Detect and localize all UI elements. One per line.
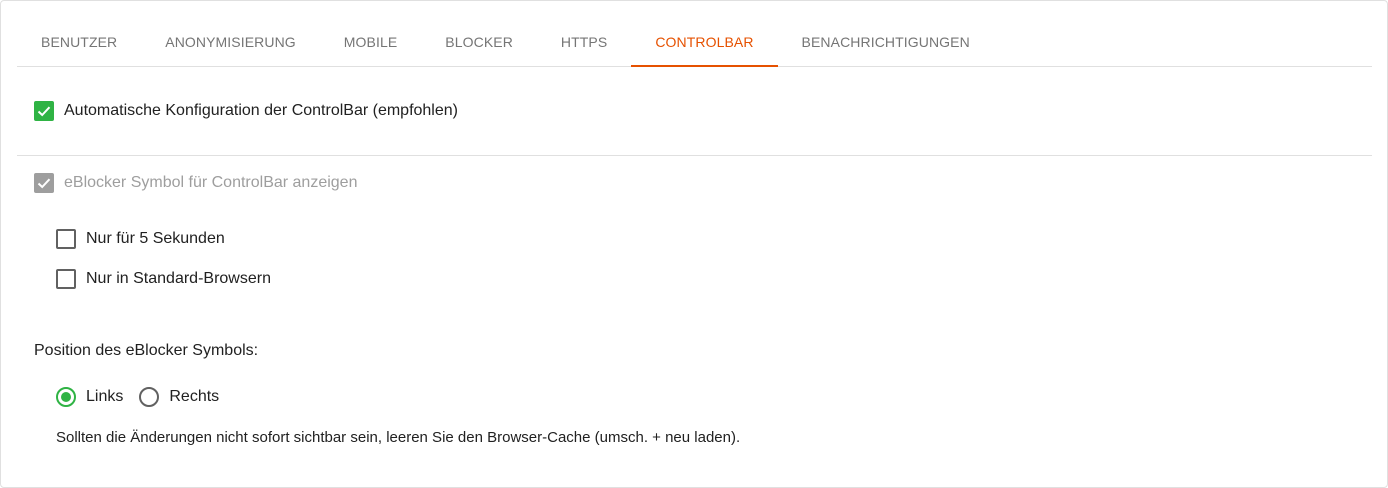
tab-https[interactable]: HTTPS (537, 17, 631, 66)
auto-config-option[interactable]: Automatische Konfiguration der ControlBa… (34, 101, 458, 121)
section-divider (17, 155, 1372, 156)
only-5-seconds-checkbox[interactable] (56, 229, 76, 249)
show-icon-label: eBlocker Symbol für ControlBar anzeigen (64, 174, 358, 191)
position-left-radio[interactable]: Links (56, 387, 123, 407)
show-icon-checkbox (34, 173, 54, 193)
cache-hint: Sollten die Änderungen nicht sofort sich… (56, 429, 741, 446)
radio-unselected-icon[interactable] (139, 387, 160, 407)
tab-blocker[interactable]: BLOCKER (421, 17, 537, 66)
position-right-radio[interactable]: Rechts (139, 387, 219, 407)
only-standard-browsers-label: Nur in Standard-Browsern (86, 270, 271, 287)
position-radio-group: Links Rechts (56, 387, 235, 407)
tab-benachrichtigungen[interactable]: BENACHRICHTIGUNGEN (778, 17, 994, 66)
radio-selected-icon[interactable] (56, 387, 76, 407)
tab-anonymisierung[interactable]: ANONYMISIERUNG (141, 17, 320, 66)
only-standard-browsers-option[interactable]: Nur in Standard-Browsern (56, 269, 271, 289)
tab-mobile[interactable]: MOBILE (320, 17, 422, 66)
only-5-seconds-option[interactable]: Nur für 5 Sekunden (56, 229, 225, 249)
tab-controlbar[interactable]: CONTROLBAR (631, 17, 778, 67)
tab-benutzer[interactable]: BENUTZER (17, 17, 141, 66)
auto-config-label: Automatische Konfiguration der ControlBa… (64, 102, 458, 119)
only-standard-browsers-checkbox[interactable] (56, 269, 76, 289)
auto-config-checkbox[interactable] (34, 101, 54, 121)
settings-card: BENUTZER ANONYMISIERUNG MOBILE BLOCKER H… (0, 0, 1388, 488)
checkmark-icon (37, 178, 51, 189)
position-label: Position des eBlocker Symbols: (34, 342, 259, 359)
checkmark-icon (37, 106, 51, 117)
position-left-label: Links (86, 388, 124, 405)
tab-bar: BENUTZER ANONYMISIERUNG MOBILE BLOCKER H… (17, 17, 1372, 67)
only-5-seconds-label: Nur für 5 Sekunden (86, 230, 225, 247)
position-right-label: Rechts (169, 388, 220, 405)
show-icon-option: eBlocker Symbol für ControlBar anzeigen (34, 173, 357, 193)
